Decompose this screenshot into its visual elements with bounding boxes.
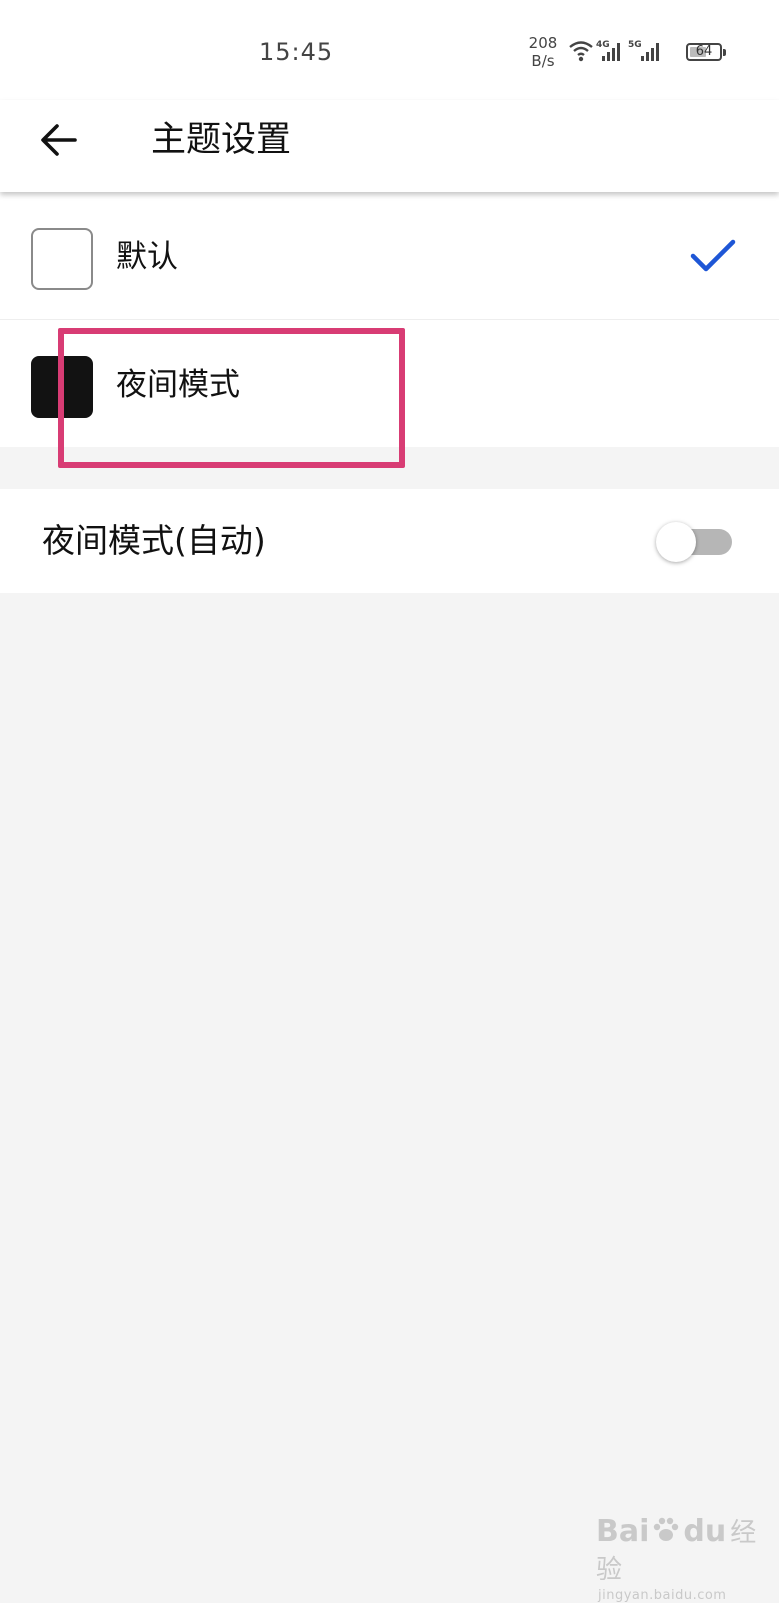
wifi-icon [569,41,593,62]
back-button[interactable] [36,118,80,162]
auto-night-mode-toggle[interactable] [656,522,732,562]
watermark-brand-right: du [683,1514,727,1549]
network-speed-unit: B/s [531,52,555,70]
arrow-left-icon [41,124,77,156]
theme-option-default[interactable]: 默认 [0,192,779,319]
paw-icon [654,1517,679,1541]
theme-label-default: 默认 [116,239,178,275]
toggle-knob [656,522,696,562]
network-speed: 208 B/s [526,34,560,70]
network-label-5g: 5G [628,40,642,50]
network-speed-value: 208 [528,34,558,52]
auto-night-mode-label: 夜间模式(自动) [42,521,266,560]
check-icon [690,239,736,272]
cell-signal-4g-icon: 4G [596,40,620,61]
network-label-4g: 4G [596,40,610,50]
auto-night-mode-row[interactable]: 夜间模式(自动) [0,489,779,593]
battery-level: 64 [695,44,713,59]
cell-signal-5g-icon: 5G [628,40,659,61]
baidu-jingyan-watermark: Bai du 经验 jingyan.baidu.com [596,1512,779,1603]
status-time: 15:45 [259,38,334,66]
page-title: 主题设置 [151,120,292,160]
app-bar: 主题设置 [0,100,779,192]
highlight-annotation-box [58,328,405,468]
theme-swatch-light [31,228,93,290]
battery-icon: 64 [686,43,726,61]
watermark-brand-left: Bai [596,1514,650,1549]
status-bar: 15:45 208 B/s 4G 5G 64 [0,0,779,100]
watermark-url: jingyan.baidu.com [598,1588,727,1603]
